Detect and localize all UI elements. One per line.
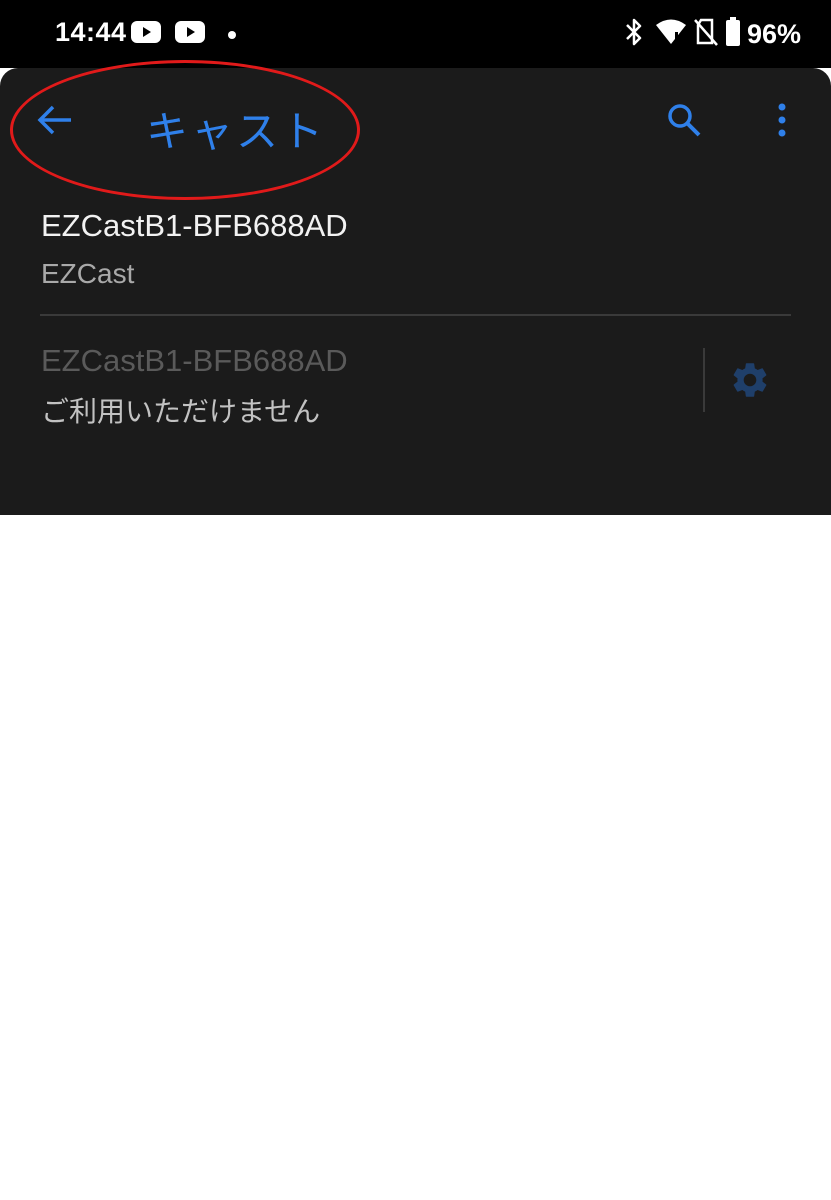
cast-panel: キャスト EZCastB1-BFB688AD EZCast EZCastB1-B… xyxy=(0,60,831,515)
no-sim-icon xyxy=(693,17,719,51)
status-time: 14:44 xyxy=(55,17,127,47)
device-list-item-unavailable[interactable]: EZCastB1-BFB688AD ご利用いただけません xyxy=(0,338,831,428)
page-title: キャスト xyxy=(146,107,327,156)
device-settings-button[interactable] xyxy=(724,356,776,408)
gear-icon xyxy=(729,359,771,405)
system-icons: 96% xyxy=(623,17,801,51)
dot-icon xyxy=(227,25,237,44)
notification-icons xyxy=(131,21,237,47)
back-arrow-icon xyxy=(37,105,73,139)
status-bar: 14:44 96% xyxy=(0,0,831,68)
battery-percentage: 96% xyxy=(746,18,801,49)
youtube-icon xyxy=(175,21,205,47)
youtube-icon xyxy=(131,21,161,47)
search-icon xyxy=(666,102,702,142)
device-name: EZCastB1-BFB688AD xyxy=(41,343,348,378)
device-subtitle: EZCast xyxy=(41,258,135,289)
search-button[interactable] xyxy=(660,98,708,146)
wifi-icon xyxy=(655,18,687,50)
device-status: ご利用いただけません xyxy=(41,395,321,428)
more-options-button[interactable] xyxy=(762,98,802,146)
device-name: EZCastB1-BFB688AD xyxy=(41,208,348,243)
more-vert-icon xyxy=(777,103,787,141)
back-button[interactable] xyxy=(30,100,80,144)
device-list-item[interactable]: EZCastB1-BFB688AD EZCast xyxy=(0,203,831,313)
list-divider xyxy=(40,314,791,316)
bluetooth-icon xyxy=(623,17,645,51)
battery-icon xyxy=(725,17,741,51)
vertical-divider xyxy=(703,348,705,412)
